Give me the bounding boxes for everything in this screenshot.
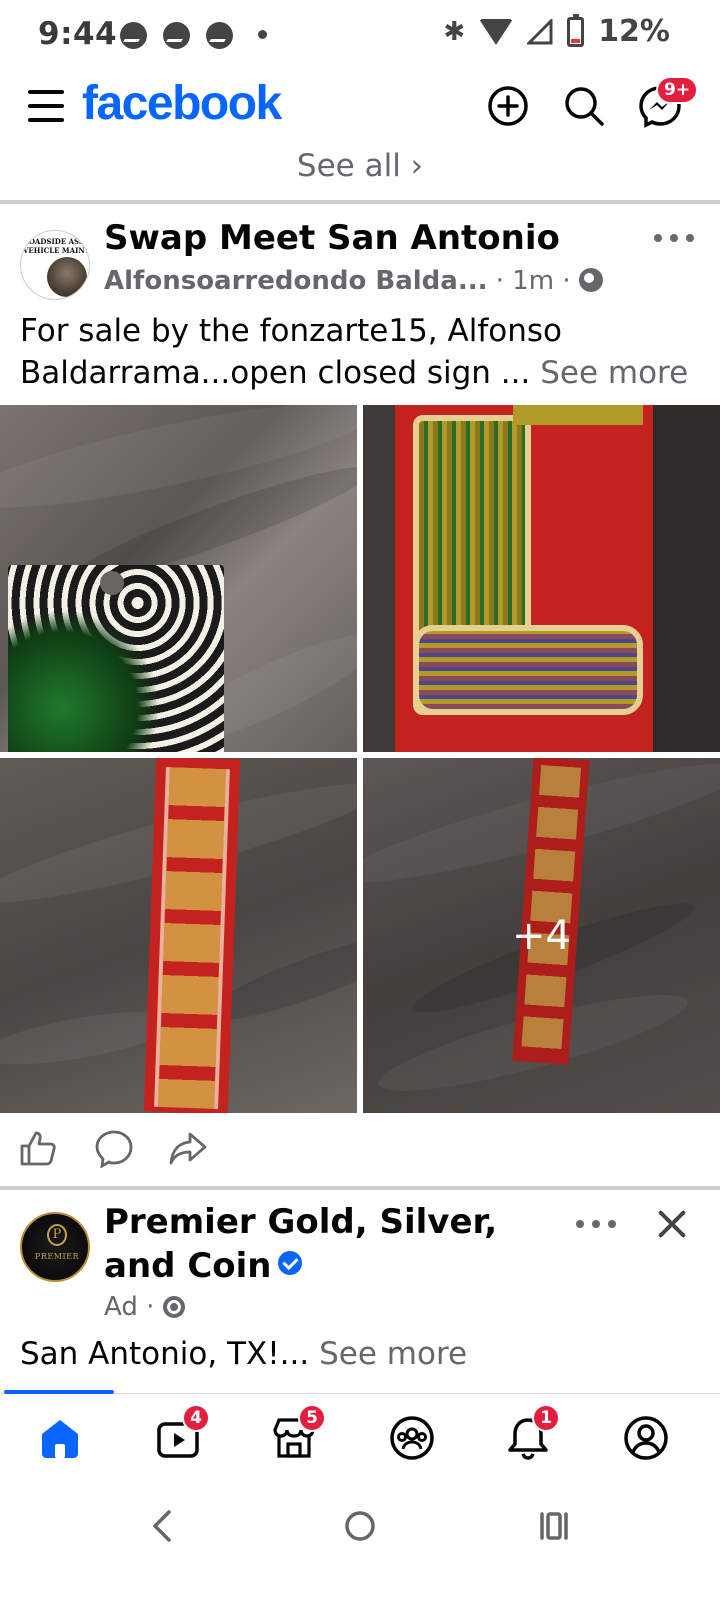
ad-text: San Antonio, TX!... See more — [20, 1336, 467, 1372]
post-time: · 1m · — [495, 266, 571, 296]
active-tab-indicator — [4, 1390, 114, 1394]
thumbs-up-icon — [20, 1131, 56, 1166]
ad-see-more-link[interactable]: See more — [319, 1336, 467, 1372]
section-divider — [0, 1186, 720, 1190]
post-photo[interactable] — [0, 405, 357, 752]
comment-icon — [95, 1130, 133, 1169]
messenger-notification-icon — [163, 22, 190, 49]
home-button[interactable] — [340, 1506, 380, 1546]
home-icon — [42, 1420, 78, 1458]
group-avatar-text: ROADSIDE ASSIST VEHICLE MAINTENANCE — [23, 237, 90, 255]
more-photos-overlay[interactable]: +4 — [363, 758, 720, 1113]
share-icon — [169, 1132, 207, 1165]
advertiser-logo-letter: P — [47, 1224, 67, 1246]
group-avatar[interactable]: ROADSIDE ASSIST VEHICLE MAINTENANCE — [20, 230, 90, 300]
back-button[interactable] — [144, 1506, 184, 1546]
search-icon — [565, 87, 604, 126]
see-all-link[interactable]: See all › — [0, 148, 720, 184]
wifi-icon — [479, 18, 514, 45]
post-photo[interactable] — [0, 758, 357, 1113]
profile-icon — [624, 1416, 668, 1460]
home-circle-icon — [345, 1511, 375, 1541]
share-button[interactable] — [168, 1128, 208, 1168]
ad-more-options-button[interactable] — [576, 1220, 616, 1230]
gear-icon[interactable] — [162, 1296, 185, 1318]
sponsored-label: Ad · — [104, 1292, 155, 1322]
post-body: For sale by the fonzarte15, Alfonso Bald… — [20, 313, 562, 391]
bluetooth-icon: ✱ — [443, 16, 466, 47]
ad-body: San Antonio, TX!... — [20, 1336, 310, 1372]
tab-video[interactable]: 4 — [154, 1404, 210, 1462]
messenger-notification-icon — [206, 22, 233, 49]
tab-notifications[interactable]: 1 — [504, 1404, 560, 1462]
messenger-notification-icon — [120, 22, 147, 49]
comment-button[interactable] — [94, 1128, 134, 1169]
recent-apps-button[interactable] — [534, 1506, 574, 1546]
messenger-button[interactable]: 9+ — [638, 76, 699, 128]
advertiser-logo-word: PREMIER — [35, 1252, 79, 1261]
post-author[interactable]: Alfonsoarredondo Balda... — [104, 266, 487, 296]
tab-profile[interactable] — [622, 1414, 670, 1462]
battery-percent: 12% — [598, 14, 670, 49]
facebook-logo[interactable]: facebook — [82, 76, 282, 131]
tab-groups[interactable] — [388, 1414, 436, 1462]
advertiser-avatar[interactable]: P PREMIER — [20, 1212, 90, 1282]
create-post-button[interactable] — [486, 84, 530, 128]
post-group-name[interactable]: Swap Meet San Antonio — [104, 218, 560, 258]
android-navigation-bar — [0, 1500, 720, 1604]
post-meta: Alfonsoarredondo Balda... · 1m · — [104, 266, 603, 296]
status-time: 9:44 — [38, 16, 118, 52]
menu-icon[interactable] — [28, 90, 64, 122]
globe-icon — [578, 268, 603, 292]
groups-icon — [390, 1416, 434, 1460]
like-button[interactable] — [18, 1128, 58, 1168]
notifications-badge: 1 — [532, 1404, 560, 1432]
video-badge: 4 — [182, 1404, 210, 1432]
back-chevron-icon — [152, 1510, 171, 1542]
advertiser-name[interactable]: Premier Gold, Silver, and Coin — [104, 1200, 564, 1288]
tab-home[interactable] — [36, 1414, 84, 1462]
app-header: facebook 9+ — [0, 70, 720, 146]
verified-badge-icon — [277, 1251, 302, 1275]
search-button[interactable] — [562, 84, 606, 128]
status-bar: 9:44 ✱ 12% — [0, 0, 720, 70]
ad-label: Ad · — [104, 1292, 185, 1322]
signal-icon — [525, 16, 553, 45]
recent-apps-icon — [540, 1512, 568, 1540]
plus-circle-icon — [488, 86, 528, 126]
advertiser-name-text: Premier Gold, Silver, and Coin — [104, 1202, 498, 1286]
more-notifications-dot-icon — [258, 30, 267, 39]
author-avatar — [47, 257, 87, 297]
post-text: For sale by the fonzarte15, Alfonso Bald… — [20, 310, 700, 394]
marketplace-badge: 5 — [298, 1404, 326, 1432]
hide-ad-close-icon[interactable] — [652, 1204, 692, 1244]
messenger-badge: 9+ — [656, 76, 699, 104]
post-see-more-link[interactable]: See more — [540, 355, 688, 391]
section-divider — [0, 200, 720, 204]
battery-icon — [567, 13, 585, 47]
post-photo[interactable] — [363, 405, 720, 752]
tab-marketplace[interactable]: 5 — [270, 1404, 326, 1462]
post-actions — [0, 1128, 720, 1182]
post-photo-grid: +4 — [0, 405, 720, 1113]
post-more-options-button[interactable] — [654, 234, 694, 244]
